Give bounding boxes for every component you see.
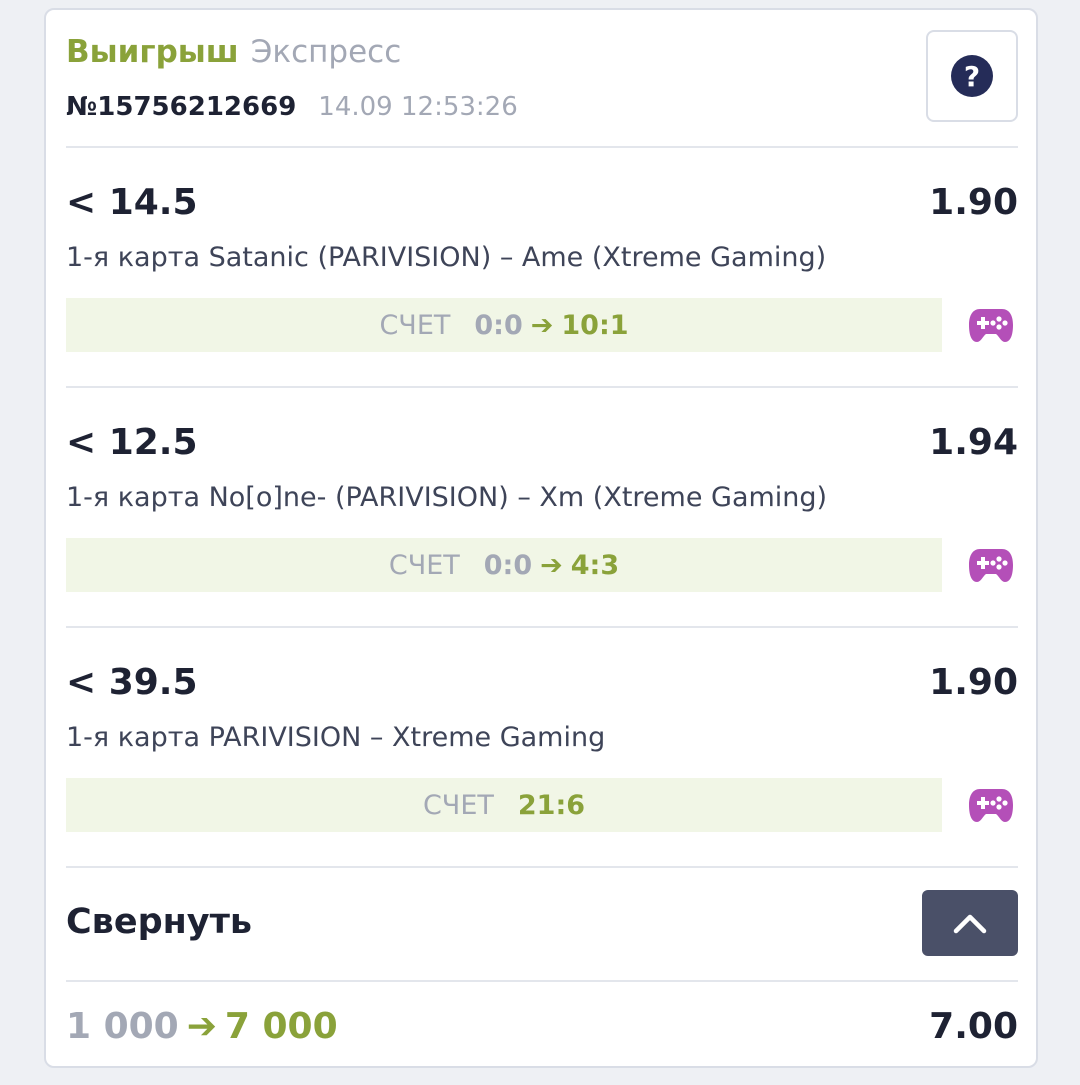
- bet-card: Выигрыш Экспресс №15756212669 14.09 12:53:…: [44, 8, 1038, 1068]
- score-label: СЧЕТ: [379, 309, 451, 341]
- event-selection: < 39.5: [66, 662, 198, 703]
- divider: [66, 866, 1018, 868]
- collapse-label[interactable]: Свернуть: [66, 902, 252, 942]
- divider: [66, 626, 1018, 628]
- arrow-right-icon: ➔: [530, 309, 554, 341]
- bet-number: №15756212669: [66, 92, 297, 122]
- bet-type: Экспресс: [250, 34, 402, 70]
- score-start: 0:0: [483, 549, 533, 581]
- collapse-row[interactable]: Свернуть: [66, 890, 1018, 958]
- divider: [66, 386, 1018, 388]
- arrow-right-icon: ➔: [540, 549, 563, 581]
- score-bar: СЧЕТ 0:0 ➔ 10:1: [66, 298, 942, 352]
- event-match: 1-я карта Satanic (PARIVISION) – Ame (Xt…: [66, 242, 827, 273]
- event-match: 1-я карта PARIVISION – Xtreme Gaming: [66, 722, 606, 753]
- arrow-right-icon: ➔: [186, 1006, 217, 1047]
- stake-payout: 1 000 ➔ 7 000: [66, 1006, 338, 1047]
- score-final: 21:6: [517, 789, 586, 821]
- stake-amount: 1 000: [66, 1006, 179, 1047]
- gamepad-icon[interactable]: [968, 305, 1014, 345]
- totals-row: 1 000 ➔ 7 000 7.00: [66, 1006, 1018, 1056]
- payout-amount: 7 000: [224, 1006, 338, 1047]
- score-final: 4:3: [570, 549, 620, 581]
- gamepad-icon[interactable]: [968, 545, 1014, 585]
- score-final: 10:1: [561, 309, 629, 341]
- event-item: < 14.5 1.90 1-я карта Satanic (PARIVISIO…: [66, 182, 1018, 382]
- bet-title: Выигрыш Экспресс: [66, 34, 401, 70]
- event-selection: < 14.5: [66, 182, 198, 223]
- divider: [66, 980, 1018, 982]
- score-bar: СЧЕТ 21:6: [66, 778, 942, 832]
- bet-meta: №15756212669 14.09 12:53:26: [66, 92, 518, 122]
- score-label: СЧЕТ: [388, 549, 460, 581]
- event-odds: 1.90: [929, 182, 1018, 223]
- total-odds: 7.00: [929, 1006, 1018, 1047]
- score-label: СЧЕТ: [422, 789, 494, 821]
- bet-status: Выигрыш: [66, 34, 239, 70]
- event-odds: 1.94: [929, 422, 1018, 463]
- event-odds: 1.90: [929, 662, 1018, 703]
- bet-header: Выигрыш Экспресс №15756212669 14.09 12:53:…: [66, 30, 1018, 130]
- bet-datetime: 14.09 12:53:26: [318, 92, 518, 122]
- help-button[interactable]: ?: [926, 30, 1018, 122]
- event-selection: < 12.5: [66, 422, 198, 463]
- gamepad-icon[interactable]: [968, 785, 1014, 825]
- chevron-up-icon: [953, 914, 987, 934]
- event-item: < 39.5 1.90 1-я карта PARIVISION – Xtrem…: [66, 662, 1018, 862]
- divider: [66, 146, 1018, 148]
- collapse-button[interactable]: [922, 890, 1018, 956]
- event-item: < 12.5 1.94 1-я карта No[o]ne- (PARIVISI…: [66, 422, 1018, 622]
- score-start: 0:0: [474, 309, 523, 341]
- question-icon: ?: [951, 55, 993, 97]
- score-bar: СЧЕТ 0:0 ➔ 4:3: [66, 538, 942, 592]
- event-match: 1-я карта No[o]ne- (PARIVISION) – Xm (Xt…: [66, 482, 828, 513]
